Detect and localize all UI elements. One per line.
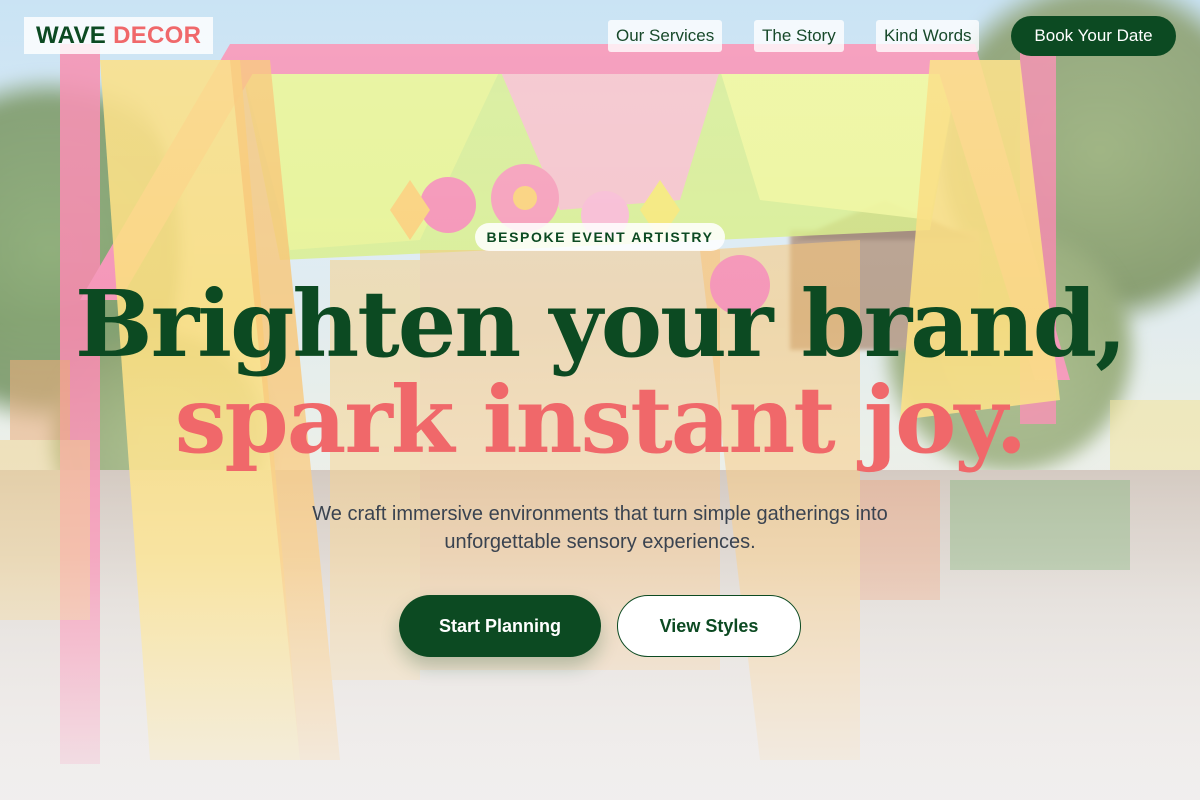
hero-headline: Brighten your brand, spark instant joy.: [0, 276, 1200, 468]
headline-line-2: spark instant joy.: [174, 366, 1028, 474]
book-your-date-button[interactable]: Book Your Date: [1011, 16, 1176, 56]
view-styles-button[interactable]: View Styles: [617, 595, 801, 657]
nav-link-the-story[interactable]: The Story: [754, 20, 844, 52]
headline-line-1: Brighten your brand,: [74, 270, 1127, 378]
start-planning-button[interactable]: Start Planning: [399, 595, 601, 657]
nav-link-our-services[interactable]: Our Services: [608, 20, 722, 52]
nav-link-kind-words[interactable]: Kind Words: [876, 20, 979, 52]
hero-eyebrow-badge: BESPOKE EVENT ARTISTRY: [475, 223, 725, 251]
hero-subtext: We craft immersive environments that tur…: [250, 500, 950, 556]
hero-subtext-line-1: We craft immersive environments that tur…: [312, 503, 888, 525]
hero-subtext-line-2: unforgettable sensory experiences.: [444, 531, 756, 553]
